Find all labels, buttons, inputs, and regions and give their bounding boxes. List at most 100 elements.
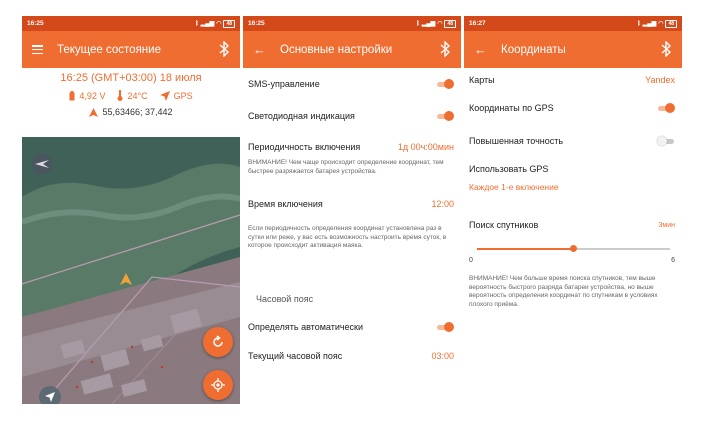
use-gps-label: Использовать GPS: [469, 164, 549, 174]
thermometer-icon: [117, 90, 123, 101]
satellite-search-warning: ВНИМАНИЕ! Чем больше время поиска спутни…: [469, 275, 658, 308]
status-bar: 16:25 ᛒ ▂▄▆ ◠ 48: [22, 16, 240, 31]
maps-value: Yandex: [645, 75, 675, 85]
center-location-button[interactable]: [203, 370, 233, 400]
my-location-button[interactable]: [39, 386, 61, 404]
battery-level-icon: [69, 90, 75, 100]
slider-min-label: 0: [469, 257, 473, 264]
setting-gps-coordinates[interactable]: Координаты по GPS: [469, 103, 675, 113]
current-datetime: 16:25 (GMT+03:00) 18 июля: [60, 72, 202, 84]
refresh-location-button[interactable]: [203, 327, 233, 357]
current-timezone-label: Текущий часовой пояс: [248, 351, 343, 361]
bluetooth-status-icon: ᛒ: [637, 20, 641, 27]
navigation-arrow-icon: [159, 90, 170, 101]
bluetooth-status-icon: ᛒ: [195, 20, 199, 27]
auto-timezone-label: Определять автоматически: [248, 322, 364, 332]
signal-icon: ▂▄▆: [421, 21, 436, 27]
use-gps-value[interactable]: Каждое 1-е включение: [469, 182, 559, 192]
status-time: 16:25: [27, 20, 44, 27]
status-time: 16:27: [469, 20, 486, 27]
back-arrow-icon[interactable]: ←: [253, 43, 266, 56]
status-bar: 16:27 ᛒ ▂▄▆ ◠ 48: [464, 16, 682, 31]
coordinates-value: 55,63466; 37,442: [102, 107, 173, 117]
bluetooth-icon[interactable]: [660, 41, 672, 57]
map-view[interactable]: [22, 137, 240, 404]
auto-timezone-toggle[interactable]: [436, 322, 454, 332]
satellite-search-label: Поиск спутников: [469, 220, 539, 230]
location-source: GPS: [159, 90, 193, 101]
current-state-screen: 16:25 ᛒ ▂▄▆ ◠ 48 Текущее состояние 16:25…: [22, 16, 240, 404]
signal-icon: ▂▄▆: [642, 21, 657, 27]
wifi-icon: ◠: [437, 21, 443, 27]
source-value: GPS: [173, 90, 193, 101]
wifi-icon: ◠: [658, 21, 664, 27]
current-timezone-value: 03:00: [431, 351, 454, 361]
led-indication-label: Светодиодная индикация: [248, 111, 355, 121]
temperature-reading: 24°C: [117, 90, 148, 101]
wifi-icon: ◠: [216, 21, 222, 27]
slider-handle[interactable]: [570, 245, 577, 252]
compass-button[interactable]: [32, 154, 52, 174]
slider-max-label: 6: [671, 257, 675, 264]
voltage-value: 4,92 V: [79, 90, 106, 101]
activation-time-note: Если периодичность определения координат…: [248, 225, 447, 249]
status-time: 16:25: [248, 20, 265, 27]
high-accuracy-toggle[interactable]: [657, 136, 675, 146]
app-bar: ← Координаты: [464, 31, 682, 68]
gps-coordinates-toggle[interactable]: [657, 103, 675, 113]
battery-icon: 48: [444, 19, 456, 28]
temperature-value: 24°C: [127, 90, 148, 101]
app-bar: ← Основные настройки: [243, 31, 461, 68]
battery-icon: 48: [223, 19, 235, 28]
setting-satellite-search: Поиск спутников 3мин: [469, 220, 675, 230]
bluetooth-icon[interactable]: [439, 41, 451, 57]
setting-activation-period[interactable]: Периодичность включения 1д 00ч:00мин: [248, 142, 454, 152]
app-bar: Текущее состояние: [22, 31, 240, 68]
activation-period-warning: ВНИМАНИЕ! Чем чаще происходит определени…: [248, 159, 444, 175]
high-accuracy-label: Повышенная точность: [469, 136, 564, 146]
position-marker-icon: [89, 107, 99, 117]
activation-period-value: 1д 00ч:00мин: [397, 142, 454, 152]
setting-sms-control[interactable]: SMS-управление: [248, 79, 454, 89]
activation-period-label: Периодичность включения: [248, 142, 361, 152]
sensor-readings: 4,92 V 24°C GPS: [22, 90, 240, 101]
setting-auto-timezone[interactable]: Определять автоматически: [248, 322, 454, 332]
battery-icon: 48: [665, 19, 677, 28]
bluetooth-icon[interactable]: [218, 41, 230, 57]
refresh-icon: [213, 335, 223, 347]
page-title: Координаты: [501, 43, 566, 56]
navigation-icon: [45, 392, 55, 402]
main-settings-screen: 16:25 ᛒ ▂▄▆ ◠ 48 ← Основные настройки SM…: [243, 16, 461, 404]
setting-led-indication[interactable]: Светодиодная индикация: [248, 111, 454, 121]
page-title: Текущее состояние: [57, 43, 161, 56]
timezone-section-header: Часовой пояс: [256, 294, 314, 304]
coordinates-screen: 16:27 ᛒ ▂▄▆ ◠ 48 ← Координаты Карты Yand…: [464, 16, 682, 404]
status-icons: ᛒ ▂▄▆ ◠ 48: [637, 19, 677, 28]
sms-control-toggle[interactable]: [436, 79, 454, 89]
setting-maps[interactable]: Карты Yandex: [469, 75, 675, 85]
setting-high-accuracy[interactable]: Повышенная точность: [469, 136, 675, 146]
status-bar: 16:25 ᛒ ▂▄▆ ◠ 48: [243, 16, 461, 31]
status-icons: ᛒ ▂▄▆ ◠ 48: [416, 19, 456, 28]
voltage-reading: 4,92 V: [69, 90, 106, 101]
signal-icon: ▂▄▆: [200, 21, 215, 27]
page-title: Основные настройки: [280, 43, 393, 56]
map-tiles: [22, 137, 240, 404]
activation-time-label: Время включения: [248, 199, 323, 209]
setting-current-timezone[interactable]: Текущий часовой пояс 03:00: [248, 351, 454, 361]
satellite-search-value: 3мин: [658, 221, 675, 229]
maps-label: Карты: [469, 75, 495, 85]
setting-use-gps[interactable]: Использовать GPS: [469, 164, 675, 174]
menu-icon[interactable]: [32, 45, 43, 54]
gps-target-icon: [211, 378, 225, 392]
satellite-search-slider[interactable]: [477, 245, 670, 253]
led-indication-toggle[interactable]: [436, 111, 454, 121]
setting-activation-time[interactable]: Время включения 12:00: [248, 199, 454, 209]
coordinates-line: 55,63466; 37,442: [22, 107, 240, 117]
gps-coordinates-label: Координаты по GPS: [469, 103, 554, 113]
activation-time-value: 12:00: [431, 199, 454, 209]
back-arrow-icon[interactable]: ←: [474, 43, 487, 56]
status-icons: ᛒ ▂▄▆ ◠ 48: [195, 19, 235, 28]
bluetooth-status-icon: ᛒ: [416, 20, 420, 27]
compass-icon: [35, 160, 49, 168]
